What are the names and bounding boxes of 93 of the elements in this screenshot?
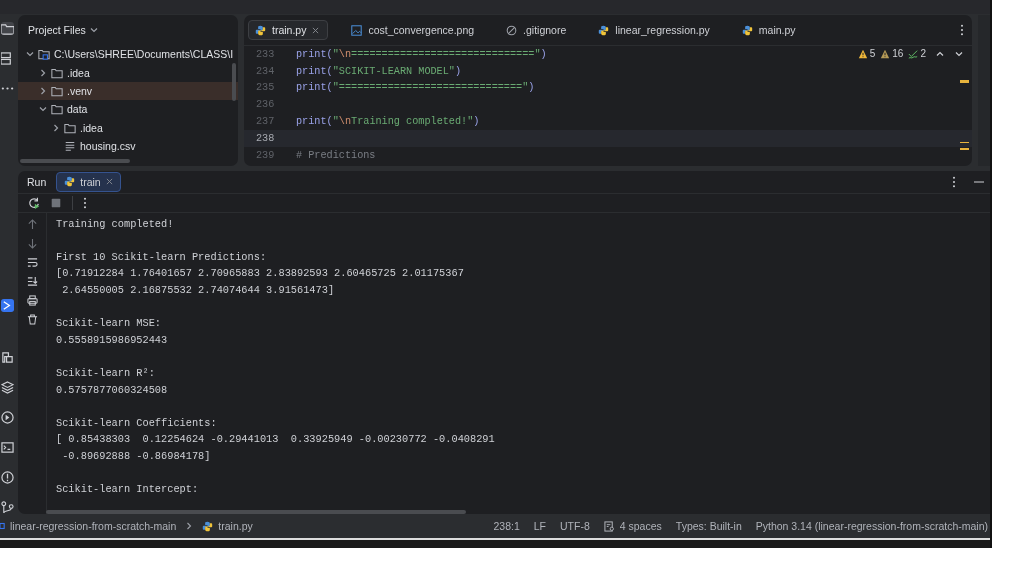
run-panel-title[interactable]: Run xyxy=(27,175,47,188)
more-vertical-icon[interactable] xyxy=(83,197,87,209)
folder-icon xyxy=(51,103,63,116)
structure-icon[interactable] xyxy=(0,52,14,65)
python-icon xyxy=(598,24,610,36)
tree-item[interactable]: .idea xyxy=(18,118,238,137)
warning-icon[interactable] xyxy=(857,48,868,59)
code-line: # Predictions xyxy=(296,149,376,161)
console-output-line: -0.89692888 -0.86984178] xyxy=(61,449,211,462)
line-number: 234 xyxy=(255,65,276,77)
console-output-line: First 10 Scikit-learn Predictions: xyxy=(56,250,267,263)
code-line: print("==============================") xyxy=(296,82,535,94)
python-icon xyxy=(741,24,753,36)
warning-marker[interactable] xyxy=(960,142,969,150)
breadcrumb[interactable]: linear-regression-from-scratch-main xyxy=(10,520,177,532)
status-item[interactable]: UTF-8 xyxy=(560,520,590,532)
image-icon xyxy=(351,24,363,36)
tree-item[interactable]: housing.csv xyxy=(18,136,238,156)
status-item[interactable]: Types: Built-in xyxy=(675,520,742,532)
problems-icon[interactable] xyxy=(0,471,14,484)
warning-marker[interactable] xyxy=(960,80,969,83)
folder-icon xyxy=(64,121,76,134)
down-arrow-icon[interactable] xyxy=(26,238,38,250)
terminal-icon[interactable] xyxy=(0,441,14,454)
console-output-line: Scikit-learn Intercept: xyxy=(56,483,199,496)
tree-item[interactable]: .idea xyxy=(18,63,238,82)
status-item[interactable]: 4 spaces xyxy=(619,520,662,532)
check-icon[interactable] xyxy=(908,48,919,59)
status-item[interactable]: Python 3.14 (linear-regression-from-scratch-main) xyxy=(755,520,988,532)
python-icon xyxy=(64,176,76,188)
ignored-file-icon xyxy=(506,24,518,36)
line-number: 239 xyxy=(255,149,276,161)
editor-tab[interactable]: .gitignore xyxy=(499,20,576,40)
status-item[interactable]: LF xyxy=(533,520,546,532)
rerun-icon[interactable] xyxy=(28,197,40,209)
problem-count[interactable]: 2 xyxy=(920,48,926,59)
scroll-to-end-icon[interactable] xyxy=(26,276,38,288)
problem-count[interactable]: 16 xyxy=(892,48,904,59)
layers-icon[interactable] xyxy=(0,381,14,394)
tree-item[interactable]: .venv xyxy=(18,81,238,101)
python-icon xyxy=(255,24,266,36)
close-icon[interactable] xyxy=(105,178,113,186)
project-icon xyxy=(0,522,5,530)
stop-icon[interactable] xyxy=(50,197,62,209)
chevron-right-icon xyxy=(185,522,194,530)
editor-tab[interactable]: main.py xyxy=(734,20,805,40)
print-icon[interactable] xyxy=(26,295,38,307)
console-output-line: Scikit-learn MSE: xyxy=(56,317,162,330)
minimize-icon[interactable] xyxy=(974,180,984,183)
document-search-icon xyxy=(603,520,615,532)
services-icon[interactable] xyxy=(0,411,14,424)
line-number: 236 xyxy=(255,99,276,111)
tree-item[interactable]: C:\Users\SHREE\Documents\CLASS\I xyxy=(18,45,238,64)
console-output-line: Scikit-learn R²: xyxy=(56,366,155,379)
panel-title[interactable]: Project Files xyxy=(28,24,86,36)
soft-wrap-icon[interactable] xyxy=(26,257,38,269)
line-number: 237 xyxy=(255,116,276,128)
folder-icon xyxy=(51,84,63,97)
console-output-line: Scikit-learn Coefficients: xyxy=(56,416,217,429)
text-file-icon xyxy=(64,140,76,153)
console-output-line: [0.71912284 1.76401657 2.70965883 2.83892593 2.60465725 2.01175367 xyxy=(56,267,464,280)
python-icon xyxy=(202,520,214,532)
run-tab[interactable]: train xyxy=(56,171,121,192)
up-arrow-icon[interactable] xyxy=(26,219,38,231)
console-output-line: 2.64550005 2.16875532 2.74074644 3.91561473] xyxy=(61,284,335,296)
line-number: 238 xyxy=(255,132,276,144)
trash-icon[interactable] xyxy=(26,314,38,326)
chevron-down-icon[interactable] xyxy=(89,26,98,34)
console-output-line: Training completed! xyxy=(56,217,174,230)
problem-count[interactable]: 5 xyxy=(869,48,876,59)
code-line: print("\n==============================") xyxy=(296,48,547,60)
editor-tab[interactable]: cost_convergence.png xyxy=(344,20,484,40)
breadcrumb[interactable]: train.py xyxy=(218,520,253,532)
project-folder-icon xyxy=(38,48,50,61)
editor-tab[interactable]: linear_regression.py xyxy=(591,20,719,40)
console-output-line: 0.5558915986952443 xyxy=(56,333,168,346)
console-output-line: [ 0.85438303 0.12254624 -0.29441013 0.33925949 -0.00230772 -0.0408291 xyxy=(56,433,495,446)
tree-item[interactable]: data xyxy=(18,100,238,119)
console-output-line: 0.5757877060324508 xyxy=(56,383,168,396)
folder-icon[interactable] xyxy=(0,22,14,35)
line-number: 233 xyxy=(255,48,276,60)
line-number: 235 xyxy=(255,82,276,94)
git-icon[interactable] xyxy=(0,501,14,514)
warning-icon[interactable] xyxy=(880,48,891,59)
folder-icon xyxy=(51,66,63,79)
code-line: print("\nTraining completed!") xyxy=(296,116,480,128)
status-item[interactable]: 238:1 xyxy=(493,520,520,532)
python-packages-icon[interactable] xyxy=(0,351,14,364)
close-icon[interactable] xyxy=(312,26,320,34)
editor-tab[interactable]: train.py xyxy=(248,20,329,40)
code-line: print("SCIKIT-LEARN MODEL") xyxy=(296,65,462,77)
more-vertical-icon[interactable] xyxy=(960,24,964,36)
more-vertical-icon[interactable] xyxy=(952,175,956,188)
